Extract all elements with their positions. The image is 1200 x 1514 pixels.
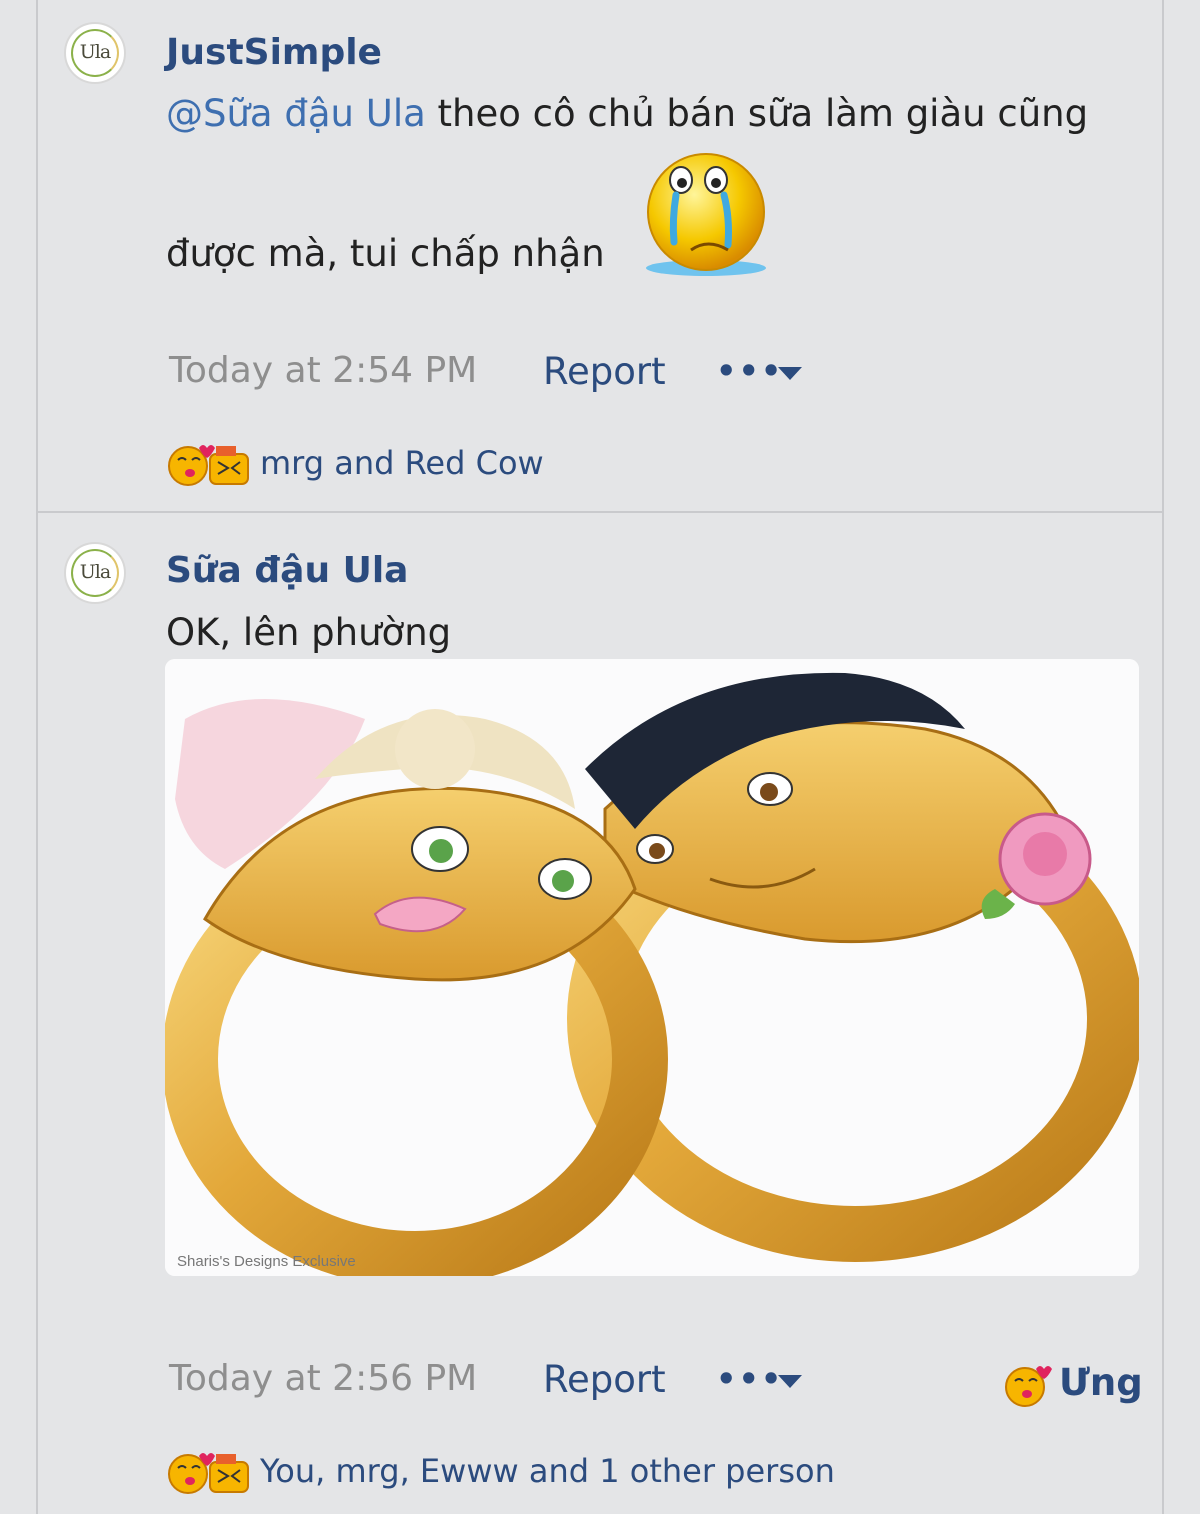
crying-smiley-icon <box>646 153 766 276</box>
reaction-names: mrg and Red Cow <box>260 444 544 482</box>
report-button[interactable]: Report <box>543 1358 666 1401</box>
more-options-button[interactable]: ••• <box>716 352 783 390</box>
post: Ula JustSimple @Sữa đậu Ula theo cô chủ … <box>0 0 1200 511</box>
avatar[interactable]: Ula <box>64 22 126 84</box>
avatar-logo-text: Ula <box>79 41 111 63</box>
image-watermark: Sharis's Designs Exclusive <box>177 1253 356 1270</box>
message-text: theo cô chủ bán sữa làm giàu cũng <box>425 92 1089 135</box>
post: Ula Sữa đậu Ula OK, lên phường Sharis's … <box>0 513 1200 1514</box>
attached-image[interactable]: Sharis's Designs Exclusive <box>165 659 1139 1276</box>
reaction-icons <box>168 1453 249 1494</box>
message-line-2: được mà, tui chấp nhận <box>166 232 605 275</box>
mention-link[interactable]: @Sữa đậu Ula <box>166 92 426 135</box>
wedding-rings-illustration: Sharis's Designs Exclusive <box>165 659 1139 1276</box>
timestamp[interactable]: Today at 2:56 PM <box>169 1358 477 1399</box>
like-button[interactable]: Ưng <box>1003 1361 1143 1409</box>
chevron-down-icon[interactable] <box>776 352 804 392</box>
post-meta: Today at 2:54 PM Report ••• <box>0 350 1200 400</box>
laugh-emoji-icon <box>209 446 249 485</box>
username[interactable]: JustSimple <box>166 32 382 73</box>
chevron-down-icon[interactable] <box>776 1360 804 1400</box>
kiss-emoji-icon <box>168 445 215 486</box>
avatar[interactable]: Ula <box>64 542 126 604</box>
kiss-emoji-icon <box>168 1453 215 1494</box>
reaction-summary[interactable]: You, mrg, Ewww and 1 other person <box>166 1448 1066 1496</box>
reaction-summary[interactable]: mrg and Red Cow <box>166 440 1066 488</box>
message-line-1: @Sữa đậu Ula theo cô chủ bán sữa làm già… <box>166 92 1088 135</box>
like-label: Ưng <box>1059 1361 1143 1404</box>
laugh-emoji-icon <box>209 1454 249 1493</box>
username[interactable]: Sữa đậu Ula <box>166 550 408 591</box>
report-button[interactable]: Report <box>543 350 666 393</box>
more-options-button[interactable]: ••• <box>716 1360 783 1398</box>
timestamp[interactable]: Today at 2:54 PM <box>169 350 477 391</box>
avatar-logo-text: Ula <box>79 561 111 583</box>
message-text: OK, lên phường <box>166 611 452 654</box>
kiss-emoji-icon <box>1005 1366 1052 1407</box>
reaction-names: You, mrg, Ewww and 1 other person <box>260 1452 835 1490</box>
reaction-icons <box>168 445 249 486</box>
